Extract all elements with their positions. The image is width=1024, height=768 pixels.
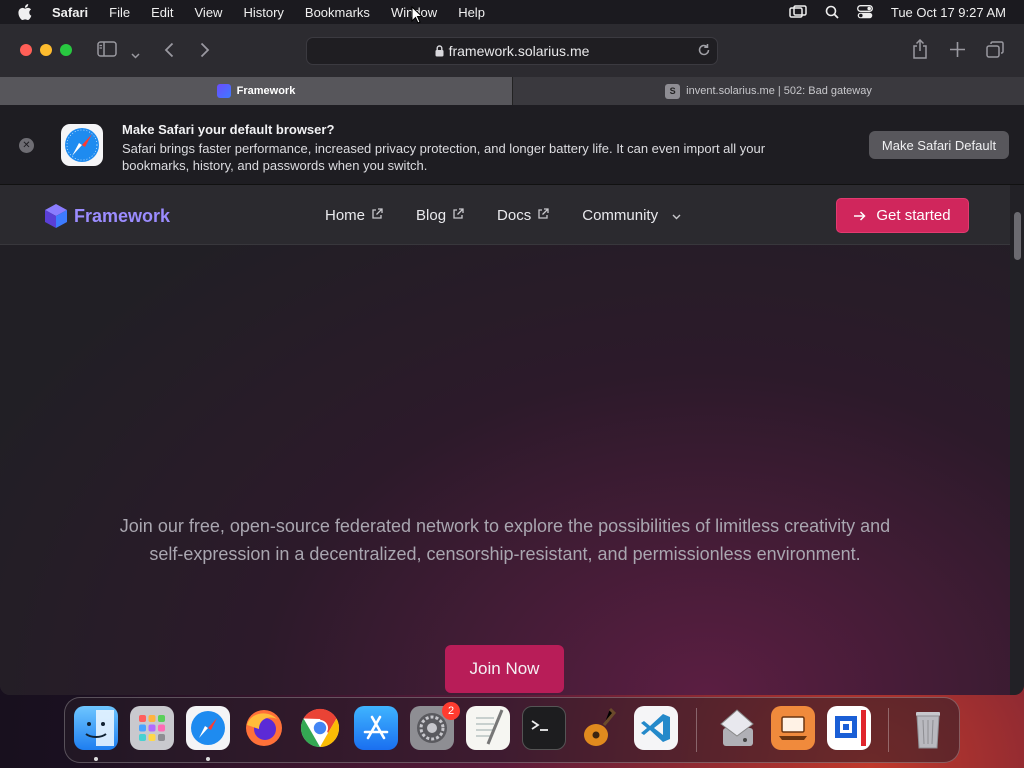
back-arrow-icon[interactable] <box>164 42 174 63</box>
brand-name: Framework <box>74 205 171 226</box>
screen-mirroring-icon[interactable] <box>789 5 807 19</box>
vscode-icon[interactable] <box>634 706 678 750</box>
lock-icon <box>435 45 444 57</box>
nav-home[interactable]: Home <box>325 207 383 224</box>
dock: 2 <box>64 697 960 763</box>
finder-icon[interactable] <box>74 706 118 750</box>
zoom-window-button[interactable] <box>60 44 72 56</box>
textedit-icon[interactable] <box>466 706 510 750</box>
scrollbar-thumb[interactable] <box>1014 212 1021 260</box>
launchpad-icon[interactable] <box>130 706 174 750</box>
close-banner-icon[interactable]: ✕ <box>19 138 34 153</box>
safari-icon[interactable] <box>186 706 230 750</box>
sidebar-toggle-icon[interactable] <box>97 41 117 62</box>
menu-help[interactable]: Help <box>458 5 485 20</box>
parallels-icon[interactable] <box>827 706 871 750</box>
dock-separator <box>696 708 697 752</box>
firefox-icon[interactable] <box>242 706 286 750</box>
address-bar[interactable]: framework.solarius.me <box>306 37 718 65</box>
menu-bar: Safari File Edit View History Bookmarks … <box>0 0 1024 24</box>
site-nav-links: Home Blog Docs Community <box>325 207 714 224</box>
trash-icon[interactable] <box>906 706 950 750</box>
cube-logo-icon <box>44 203 68 229</box>
arrow-right-icon <box>854 210 866 221</box>
hero-description: Join our free, open-source federated net… <box>119 516 891 564</box>
nav-label: Blog <box>416 207 447 224</box>
tab-invent[interactable]: S invent.solarius.me | 502: Bad gateway <box>512 77 1024 105</box>
control-center-icon[interactable] <box>856 5 873 19</box>
tab-framework[interactable]: Framework <box>0 77 512 105</box>
default-browser-banner: ✕ Make Safari your default browser? Safa… <box>0 105 1024 185</box>
nav-blog[interactable]: Blog <box>416 207 464 224</box>
new-tab-plus-icon[interactable] <box>950 42 965 62</box>
framework-favicon-icon <box>216 84 231 98</box>
window-controls <box>20 44 72 56</box>
banner-description: Safari brings faster performance, increa… <box>122 141 766 173</box>
get-started-label: Get started <box>876 207 951 224</box>
nav-community[interactable]: Community <box>582 207 681 224</box>
browser-toolbar: framework.solarius.me <box>0 24 1024 77</box>
safari-compass-icon <box>61 124 103 166</box>
share-icon[interactable] <box>912 38 928 64</box>
nav-label: Community <box>582 207 659 224</box>
forward-arrow-icon[interactable] <box>200 42 210 63</box>
dock-separator <box>888 708 889 752</box>
reload-icon[interactable] <box>697 43 711 60</box>
menu-clock[interactable]: Tue Oct 17 9:27 AM <box>891 5 1006 20</box>
settings-badge: 2 <box>442 702 460 720</box>
web-page: Framework Home Blog Docs Community Join … <box>0 185 1010 695</box>
nav-docs[interactable]: Docs <box>497 207 549 224</box>
brand-logo[interactable]: Framework <box>44 203 170 229</box>
safari-window: framework.solarius.me Framework S invent… <box>0 24 1024 695</box>
system-settings-icon[interactable]: 2 <box>410 702 460 750</box>
apple-menu-icon[interactable] <box>18 4 34 20</box>
remote-desktop-icon[interactable] <box>771 706 815 750</box>
page-scrollbar[interactable] <box>1010 185 1024 695</box>
url-text[interactable]: framework.solarius.me <box>449 43 590 59</box>
join-now-button[interactable]: Join Now <box>445 645 564 693</box>
terminal-icon[interactable] <box>522 706 566 750</box>
external-link-icon <box>446 207 464 224</box>
tab-label: invent.solarius.me | 502: Bad gateway <box>686 85 872 97</box>
safari-running-indicator <box>206 757 210 761</box>
chevron-down-icon[interactable] <box>131 46 140 64</box>
finder-running-indicator <box>94 757 98 761</box>
menu-bookmarks[interactable]: Bookmarks <box>305 5 370 20</box>
menu-edit[interactable]: Edit <box>151 5 173 20</box>
menu-file[interactable]: File <box>109 5 130 20</box>
app-store-icon[interactable] <box>354 706 398 750</box>
tab-bar: Framework S invent.solarius.me | 502: Ba… <box>0 77 1024 105</box>
spotlight-search-icon[interactable] <box>825 5 839 19</box>
minimize-window-button[interactable] <box>40 44 52 56</box>
disk-utility-icon[interactable] <box>715 706 759 750</box>
get-started-button[interactable]: Get started <box>836 198 969 233</box>
nav-label: Docs <box>497 207 532 224</box>
menu-history[interactable]: History <box>243 5 283 20</box>
menu-app-name[interactable]: Safari <box>52 5 88 20</box>
external-link-icon <box>531 207 549 224</box>
nav-label: Home <box>325 207 366 224</box>
close-window-button[interactable] <box>20 44 32 56</box>
chevron-down-icon <box>666 207 681 224</box>
menu-view[interactable]: View <box>195 5 223 20</box>
banner-title: Make Safari your default browser? <box>122 122 335 137</box>
garageband-icon[interactable] <box>578 706 622 750</box>
tab-overview-icon[interactable] <box>986 41 1004 63</box>
chrome-icon[interactable] <box>298 706 342 750</box>
external-link-icon <box>365 207 383 224</box>
s-favicon-icon: S <box>665 83 681 99</box>
make-safari-default-button[interactable]: Make Safari Default <box>869 131 1009 159</box>
tab-label: Framework <box>236 85 296 97</box>
